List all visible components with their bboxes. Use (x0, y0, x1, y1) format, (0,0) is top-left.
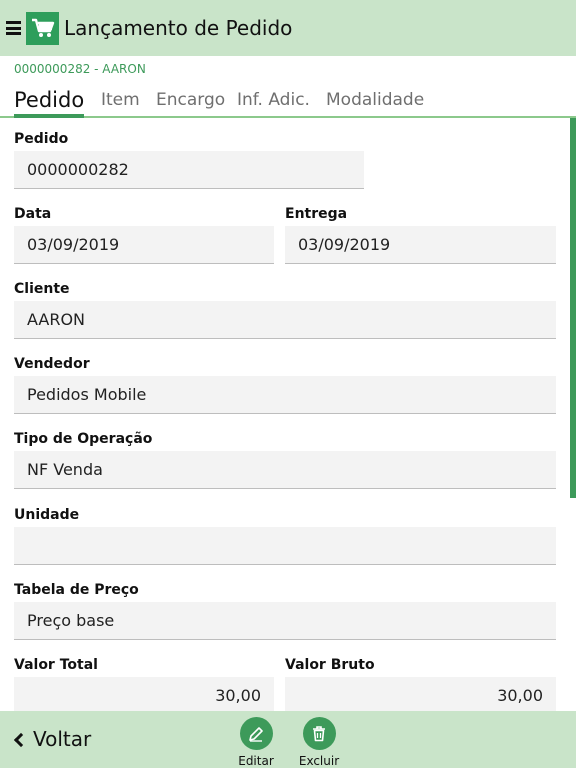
entrega-label: Entrega (285, 206, 348, 222)
valor-total-field[interactable]: 30,00 (14, 677, 274, 715)
delete-button[interactable]: Excluir (294, 717, 344, 768)
unidade-label: Unidade (14, 507, 80, 523)
cliente-label: Cliente (14, 281, 70, 297)
page-title: Lançamento de Pedido (64, 16, 293, 40)
data-value: 03/09/2019 (27, 235, 120, 254)
tabela-preco-value: Preço base (27, 611, 115, 630)
unidade-field[interactable] (14, 527, 556, 565)
tab-inf-adic[interactable]: Inf. Adic. (237, 90, 310, 110)
tabela-preco-field[interactable]: Preço base (14, 602, 556, 640)
pedido-value: 0000000282 (27, 160, 129, 179)
valor-bruto-label: Valor Bruto (285, 657, 375, 673)
entrega-value: 03/09/2019 (298, 235, 391, 254)
tipo-operacao-label: Tipo de Operação (14, 431, 153, 447)
active-tab-indicator (14, 114, 84, 118)
valor-bruto-value: 30,00 (497, 686, 543, 705)
scrollbar[interactable] (570, 118, 576, 498)
edit-label: Editar (238, 754, 274, 768)
pedido-label: Pedido (14, 131, 69, 147)
order-subtitle: 0000000282 - AARON (14, 62, 146, 76)
bottom-action-bar: Voltar Editar Excluir (0, 711, 576, 768)
tab-encargo[interactable]: Encargo (156, 90, 225, 110)
valor-total-value: 30,00 (215, 686, 261, 705)
edit-button[interactable]: Editar (231, 717, 281, 768)
tabela-preco-label: Tabela de Preço (14, 582, 139, 598)
tab-pedido[interactable]: Pedido (14, 88, 84, 112)
chevron-left-icon (13, 732, 29, 747)
vendedor-field[interactable]: Pedidos Mobile (14, 376, 556, 414)
delete-label: Excluir (298, 754, 340, 768)
app-header: Lançamento de Pedido (0, 0, 576, 56)
valor-total-label: Valor Total (14, 657, 98, 673)
entrega-field[interactable]: 03/09/2019 (285, 226, 556, 264)
data-label: Data (14, 206, 52, 222)
data-field[interactable]: 03/09/2019 (14, 226, 274, 264)
pencil-icon (239, 717, 273, 750)
tipo-operacao-value: NF Venda (27, 460, 103, 479)
vendedor-value: Pedidos Mobile (27, 385, 147, 404)
tab-item[interactable]: Item (101, 90, 140, 110)
menu-icon[interactable] (6, 21, 21, 35)
trash-icon (302, 717, 336, 750)
vendedor-label: Vendedor (14, 356, 90, 372)
tab-modalidade[interactable]: Modalidade (326, 90, 424, 110)
back-label: Voltar (33, 727, 92, 751)
valor-bruto-field[interactable]: 30,00 (285, 677, 556, 715)
tipo-operacao-field[interactable]: NF Venda (14, 451, 556, 489)
tab-bar: Pedido Item Encargo Inf. Adic. Modalidad… (0, 82, 576, 118)
shopping-cart-icon (26, 11, 59, 45)
pedido-field[interactable]: 0000000282 (14, 151, 364, 189)
cliente-field[interactable]: AARON (14, 301, 556, 339)
back-button[interactable]: Voltar (13, 727, 92, 751)
cliente-value: AARON (27, 310, 86, 329)
